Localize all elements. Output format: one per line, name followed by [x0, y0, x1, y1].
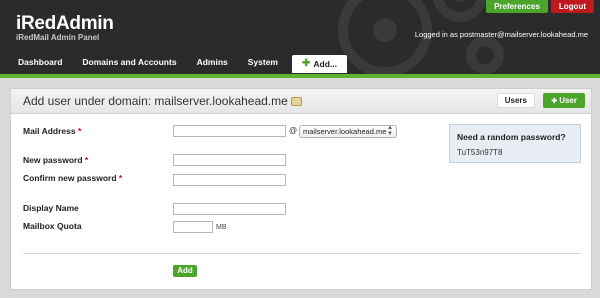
mail-address-label: Mail Address *	[23, 126, 82, 136]
mailbox-quota-input[interactable]	[173, 221, 213, 233]
display-name-input[interactable]	[173, 203, 286, 215]
main-nav: Dashboard Domains and Accounts Admins Sy…	[0, 52, 347, 74]
confirm-password-input[interactable]	[173, 174, 286, 186]
mailbox-quota-label: Mailbox Quota	[23, 221, 82, 231]
logged-in-status: Logged in as postmaster@mailserver.looka…	[414, 30, 588, 39]
nav-accent-bar	[0, 74, 600, 78]
add-submit-button[interactable]: Add	[173, 265, 197, 277]
nav-admins[interactable]: Admins	[187, 52, 238, 74]
logout-button[interactable]: Logout	[550, 0, 594, 13]
plus-icon: ✚	[551, 98, 558, 105]
nav-system[interactable]: System	[238, 52, 288, 74]
random-password-box: Need a random password? TuT53n97T8	[449, 124, 581, 163]
at-sign: @	[289, 126, 298, 135]
tab-user[interactable]: ✚ User	[543, 93, 585, 108]
random-password-value: TuT53n97T8	[457, 148, 503, 157]
plus-icon: ✚	[301, 58, 311, 69]
new-password-input[interactable]	[173, 154, 286, 166]
nav-dashboard[interactable]: Dashboard	[0, 52, 72, 74]
tab-user-label: User	[559, 96, 577, 105]
app-tagline: iRedMail Admin Panel	[16, 33, 100, 42]
preferences-button[interactable]: Preferences	[486, 0, 548, 13]
add-user-panel: Add user under domain: mailserver.lookah…	[10, 88, 592, 290]
mail-address-input[interactable]	[173, 125, 286, 137]
confirm-password-label: Confirm new password *	[23, 173, 123, 183]
top-links: Preferences Logout	[486, 0, 594, 13]
new-password-label: New password *	[23, 155, 89, 165]
page-title-text: Add user under domain: mailserver.lookah…	[23, 94, 288, 108]
tab-users[interactable]: Users	[496, 93, 535, 108]
page-title: Add user under domain: mailserver.lookah…	[23, 94, 302, 108]
nav-domains-and-accounts[interactable]: Domains and Accounts	[72, 52, 186, 74]
app-title: iRedAdmin	[16, 13, 114, 34]
note-icon	[290, 97, 302, 106]
form-divider	[23, 253, 581, 254]
nav-add-label: Add...	[313, 59, 337, 69]
select-arrows-icon: ▲ ▼	[387, 125, 393, 137]
random-password-question: Need a random password?	[457, 132, 566, 142]
domain-select-value: mailserver.lookahead.me	[303, 127, 387, 136]
nav-add[interactable]: ✚ Add...	[291, 55, 347, 73]
panel-header: Add user under domain: mailserver.lookah…	[11, 89, 591, 114]
domain-select[interactable]: mailserver.lookahead.me ▲ ▼	[299, 125, 397, 138]
quota-unit: MB	[216, 224, 227, 231]
display-name-label: Display Name	[23, 203, 79, 213]
